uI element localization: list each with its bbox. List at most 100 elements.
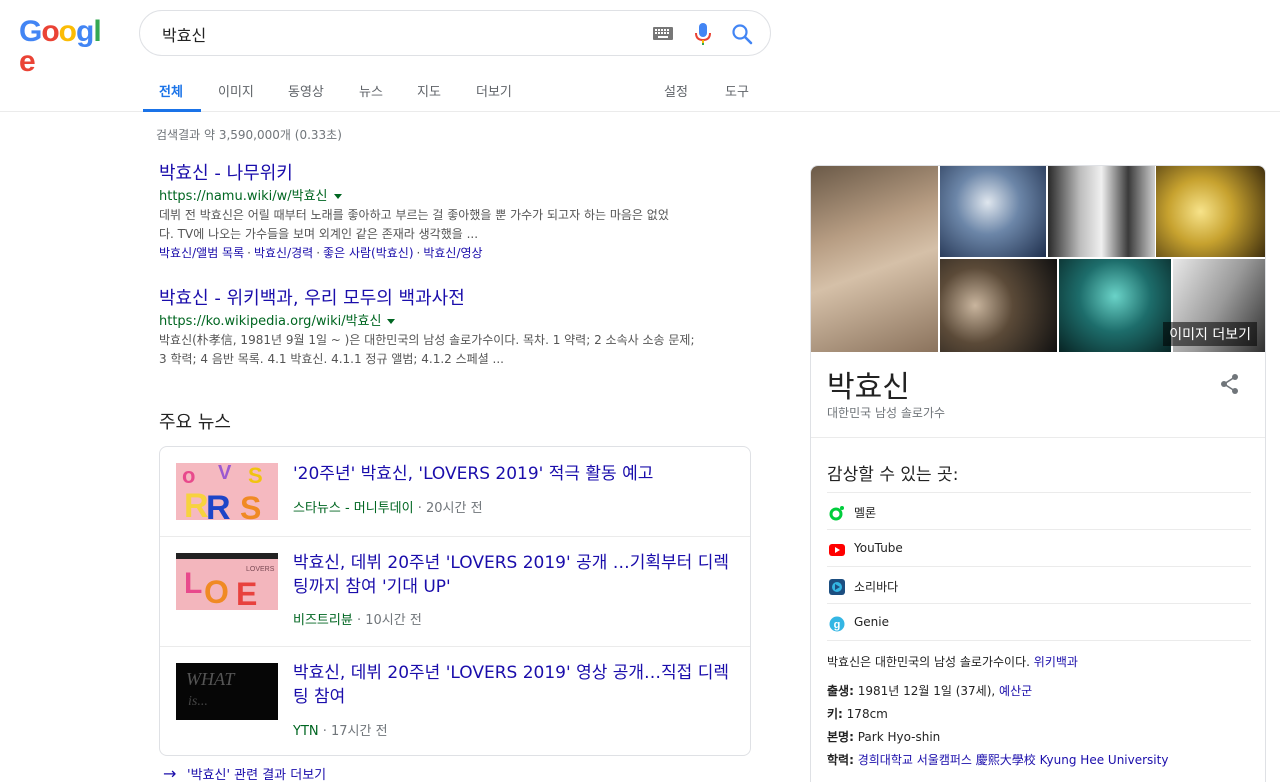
news-source: 스타뉴스 - 머니투데이 bbox=[293, 501, 414, 516]
kp-title: 박효신 bbox=[827, 370, 910, 405]
tab-all[interactable]: 전체 bbox=[159, 81, 183, 100]
service-genie[interactable]: g Genie bbox=[827, 603, 1251, 640]
search-tabs: 전체 이미지 동영상 뉴스 지도 더보기 설정 도구 bbox=[0, 68, 1280, 112]
news-title[interactable]: 박효신, 데뷔 20주년 'LOVERS 2019' 영상 공개…직접 디렉팅 … bbox=[293, 661, 733, 709]
news-item[interactable]: WHAT is... 박효신, 데뷔 20주년 'LOVERS 2019' 영상… bbox=[160, 647, 750, 755]
tab-news[interactable]: 뉴스 bbox=[359, 81, 383, 100]
service-soribada[interactable]: 소리바다 bbox=[827, 566, 1251, 603]
logo-letter: G bbox=[19, 15, 42, 48]
search-box bbox=[139, 10, 771, 56]
fact-label: 출생: bbox=[827, 684, 854, 698]
result-url-text[interactable]: https://namu.wiki/w/박효신 bbox=[159, 189, 328, 204]
tab-settings[interactable]: 설정 bbox=[664, 81, 688, 100]
tab-tools[interactable]: 도구 bbox=[725, 81, 749, 100]
news-meta: 비즈트리뷴 · 10시간 전 bbox=[293, 613, 422, 628]
service-label: Genie bbox=[854, 615, 890, 629]
sitelink[interactable]: 박효신/경력 bbox=[254, 246, 313, 260]
share-icon[interactable] bbox=[1219, 373, 1241, 395]
service-label: 소리바다 bbox=[854, 580, 899, 594]
kp-fact-real-name: 본명: Park Hyo-shin bbox=[827, 728, 940, 745]
more-news-label: '박효신' 관련 결과 더보기 bbox=[187, 768, 327, 782]
kp-image[interactable] bbox=[1048, 166, 1155, 257]
fact-link[interactable]: 경희대학교 서울캠퍼스 慶熙大學校 Kyung Hee University bbox=[858, 753, 1169, 767]
keyboard-icon[interactable] bbox=[653, 27, 673, 40]
logo-letter: l bbox=[93, 15, 101, 48]
arrow-right-icon: → bbox=[163, 764, 177, 782]
snippet-line: 데뷔 전 박효신은 어릴 때부터 노래를 좋아하고 부르는 걸 좋아했을 뿐 가… bbox=[159, 208, 669, 222]
result-title[interactable]: 박효신 - 나무위키 bbox=[159, 163, 754, 185]
news-title[interactable]: 박효신, 데뷔 20주년 'LOVERS 2019' 공개 …기획부터 디렉팅까… bbox=[293, 551, 733, 599]
news-time: 20시간 전 bbox=[426, 501, 483, 516]
more-images-button[interactable]: 이미지 더보기 bbox=[1163, 322, 1257, 346]
news-thumbnail: o V S R R S bbox=[176, 463, 278, 520]
wikipedia-link[interactable]: 위키백과 bbox=[1034, 655, 1078, 669]
snippet-line: 박효신(朴孝信, 1981년 9월 1일 ~ )은 대한민국의 남성 솔로가수이… bbox=[159, 333, 695, 347]
kp-image[interactable] bbox=[940, 259, 1057, 352]
svg-text:R: R bbox=[206, 489, 231, 520]
tab-images[interactable]: 이미지 bbox=[218, 81, 254, 100]
microphone-icon[interactable] bbox=[694, 23, 712, 45]
more-news-link[interactable]: → '박효신' 관련 결과 더보기 bbox=[163, 764, 326, 782]
result-snippet: 데뷔 전 박효신은 어릴 때부터 노래를 좋아하고 부르는 걸 좋아했을 뿐 가… bbox=[159, 206, 754, 244]
sitelink[interactable]: 좋은 사람(박효신) bbox=[323, 246, 413, 260]
divider bbox=[827, 640, 1251, 641]
result-stats: 검색결과 약 3,590,000개 (0.33초) bbox=[156, 128, 342, 142]
sitelink[interactable]: 박효신/영상 bbox=[423, 246, 482, 260]
fact-value: 1981년 12월 1일 (37세), bbox=[857, 684, 996, 698]
snippet-line: 다. TV에 나오는 가수들을 보며 외계인 같은 존재라 생각했을 ... bbox=[159, 227, 479, 241]
youtube-icon bbox=[829, 544, 845, 556]
soribada-icon bbox=[829, 579, 845, 595]
sitelink[interactable]: 박효신/앨범 목록 bbox=[159, 246, 244, 260]
tab-more[interactable]: 더보기 bbox=[476, 81, 512, 100]
kp-image[interactable] bbox=[1156, 166, 1265, 257]
kp-image-main[interactable] bbox=[811, 166, 938, 352]
result-url: https://ko.wikipedia.org/wiki/박효신 bbox=[159, 313, 754, 331]
fact-label: 본명: bbox=[827, 730, 854, 744]
news-item[interactable]: L O E LOVERS 박효신, 데뷔 20주년 'LOVERS 2019' … bbox=[160, 537, 750, 647]
service-youtube[interactable]: YouTube bbox=[827, 529, 1251, 566]
result-snippet: 박효신(朴孝信, 1981년 9월 1일 ~ )은 대한민국의 남성 솔로가수이… bbox=[159, 331, 754, 369]
news-source: YTN bbox=[293, 724, 319, 739]
logo-letter: o bbox=[58, 15, 77, 48]
search-input[interactable] bbox=[162, 23, 632, 45]
dropdown-arrow-icon[interactable] bbox=[333, 194, 342, 199]
search-result: 박효신 - 위키백과, 우리 모두의 백과사전 https://ko.wikip… bbox=[159, 288, 754, 369]
kp-fact-born: 출생: 1981년 12월 1일 (37세), 예산군 bbox=[827, 682, 1032, 699]
news-item[interactable]: o V S R R S '20주년' 박효신, 'LOVERS 2019' 적극… bbox=[160, 447, 750, 537]
svg-text:is...: is... bbox=[188, 694, 208, 709]
divider bbox=[811, 437, 1265, 438]
news-title[interactable]: '20주년' 박효신, 'LOVERS 2019' 적극 활동 예고 bbox=[293, 462, 733, 486]
fact-label: 키: bbox=[827, 707, 843, 721]
svg-text:S: S bbox=[240, 490, 261, 520]
news-source: 비즈트리뷴 bbox=[293, 613, 353, 628]
news-thumbnail: WHAT is... bbox=[176, 663, 278, 720]
top-stories-box: o V S R R S '20주년' 박효신, 'LOVERS 2019' 적극… bbox=[159, 446, 751, 756]
kp-image[interactable] bbox=[1059, 259, 1171, 352]
tab-videos[interactable]: 동영상 bbox=[288, 81, 324, 100]
dropdown-arrow-icon[interactable] bbox=[387, 319, 396, 324]
svg-text:LOVERS: LOVERS bbox=[246, 566, 275, 573]
svg-text:O: O bbox=[204, 574, 229, 610]
kp-fact-education: 학력: 경희대학교 서울캠퍼스 慶熙大學校 Kyung Hee Universi… bbox=[827, 751, 1168, 768]
result-sitelinks: 박효신/앨범 목록 · 박효신/경력 · 좋은 사람(박효신) · 박효신/영상 bbox=[159, 246, 483, 260]
kp-description: 박효신은 대한민국의 남성 솔로가수이다. 위키백과 bbox=[827, 653, 1078, 670]
news-meta: YTN · 17시간 전 bbox=[293, 724, 388, 739]
result-title[interactable]: 박효신 - 위키백과, 우리 모두의 백과사전 bbox=[159, 288, 754, 310]
google-logo[interactable]: Google bbox=[19, 15, 111, 77]
kp-fact-height: 키: 178cm bbox=[827, 705, 888, 722]
kp-image[interactable] bbox=[940, 166, 1046, 257]
active-tab-indicator bbox=[143, 109, 201, 112]
service-label: YouTube bbox=[854, 541, 903, 555]
fact-value: 178cm bbox=[846, 707, 888, 721]
tab-maps[interactable]: 지도 bbox=[417, 81, 441, 100]
fact-link[interactable]: 예산군 bbox=[999, 684, 1032, 698]
service-melon[interactable]: 멜론 bbox=[827, 492, 1251, 529]
news-meta: 스타뉴스 - 머니투데이 · 20시간 전 bbox=[293, 501, 483, 516]
news-time: 17시간 전 bbox=[331, 724, 388, 739]
logo-letter: o bbox=[41, 15, 59, 48]
result-url-text[interactable]: https://ko.wikipedia.org/wiki/박효신 bbox=[159, 314, 381, 329]
snippet-line: 3 학력; 4 음반 목록. 4.1 박효신. 4.1.1 정규 앨범; 4.1… bbox=[159, 352, 504, 366]
listen-heading: 감상할 수 있는 곳: bbox=[827, 465, 959, 485]
search-icon[interactable] bbox=[731, 23, 753, 45]
fact-label: 학력: bbox=[827, 753, 854, 767]
